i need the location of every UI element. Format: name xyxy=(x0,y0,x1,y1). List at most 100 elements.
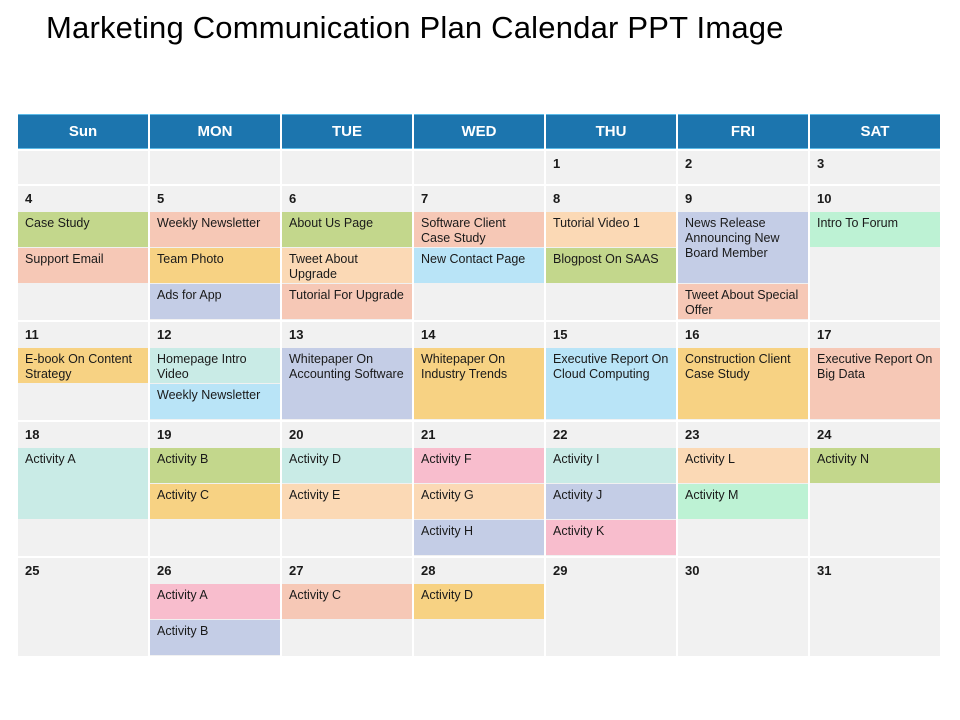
calendar-event[interactable]: Ads for App xyxy=(150,284,280,319)
calendar-event[interactable]: Activity D xyxy=(282,448,412,483)
calendar-day-cell[interactable]: 25 xyxy=(18,558,148,656)
calendar-day-cell[interactable]: 29 xyxy=(546,558,676,656)
calendar-day-cell[interactable]: 21 Activity F Activity G Activity H xyxy=(414,422,544,556)
calendar-event[interactable]: Activity I xyxy=(546,448,676,483)
calendar-day-cell[interactable]: 28 Activity D xyxy=(414,558,544,656)
empty-event-slot[interactable] xyxy=(810,484,940,519)
calendar-event[interactable]: Whitepaper On Accounting Software xyxy=(282,348,412,419)
calendar-day-cell[interactable] xyxy=(18,151,148,184)
empty-event-slot[interactable] xyxy=(546,584,676,619)
calendar-event[interactable]: About Us Page xyxy=(282,212,412,247)
calendar-week-row: 18 Activity A 19 Activity B Activity C 20 Acti… xyxy=(18,422,940,556)
empty-event-slot[interactable] xyxy=(810,620,940,655)
calendar-event[interactable]: Case Study xyxy=(18,212,148,247)
empty-event-slot[interactable] xyxy=(150,520,280,555)
calendar-event[interactable]: Activity B xyxy=(150,448,280,483)
calendar-event[interactable]: Activity G xyxy=(414,484,544,519)
calendar-event[interactable]: Support Email xyxy=(18,248,148,283)
calendar-event[interactable]: Software Client Case Study xyxy=(414,212,544,247)
calendar-event[interactable]: Tweet About Upgrade xyxy=(282,248,412,283)
empty-event-slot[interactable] xyxy=(18,584,148,619)
calendar-event[interactable]: Weekly Newsletter xyxy=(150,384,280,419)
calendar-day-cell[interactable]: 26 Activity A Activity B xyxy=(150,558,280,656)
calendar-event[interactable]: Executive Report On Cloud Computing xyxy=(546,348,676,419)
calendar-event[interactable]: News Release Announcing New Board Member xyxy=(678,212,808,283)
calendar-day-cell[interactable]: 8 Tutorial Video 1 Blogpost On SAAS xyxy=(546,186,676,320)
calendar-day-cell[interactable]: 20 Activity D Activity E xyxy=(282,422,412,556)
empty-event-slot[interactable] xyxy=(282,620,412,655)
calendar-event[interactable]: E-book On Content Strategy xyxy=(18,348,148,383)
empty-event-slot[interactable] xyxy=(678,520,808,555)
empty-event-slot[interactable] xyxy=(18,384,148,419)
empty-event-slot[interactable] xyxy=(18,284,148,319)
empty-event-slot[interactable] xyxy=(546,284,676,319)
calendar-day-cell[interactable]: 4 Case Study Support Email xyxy=(18,186,148,320)
calendar-day-cell[interactable]: 5 Weekly Newsletter Team Photo Ads for App xyxy=(150,186,280,320)
calendar-event[interactable]: Activity H xyxy=(414,520,544,555)
calendar-day-cell[interactable]: 16 Construction Client Case Study xyxy=(678,322,808,420)
empty-event-slot[interactable] xyxy=(546,620,676,655)
calendar-day-cell[interactable]: 14 Whitepaper On Industry Trends xyxy=(414,322,544,420)
empty-event-slot[interactable] xyxy=(414,620,544,655)
calendar-event[interactable]: Activity F xyxy=(414,448,544,483)
calendar-event[interactable]: Activity C xyxy=(282,584,412,619)
calendar-day-cell[interactable]: 6 About Us Page Tweet About Upgrade Tutoria… xyxy=(282,186,412,320)
calendar-event[interactable]: Tutorial Video 1 xyxy=(546,212,676,247)
calendar-day-cell[interactable] xyxy=(150,151,280,184)
calendar-event[interactable]: Executive Report On Big Data xyxy=(810,348,940,419)
calendar-day-cell[interactable] xyxy=(282,151,412,184)
calendar-day-cell[interactable]: 19 Activity B Activity C xyxy=(150,422,280,556)
calendar-day-cell[interactable]: 1 xyxy=(546,151,676,184)
calendar-day-cell[interactable]: 2 xyxy=(678,151,808,184)
calendar-event[interactable]: Tweet About Special Offer xyxy=(678,284,808,319)
empty-event-slot[interactable] xyxy=(678,584,808,619)
calendar-day-cell[interactable]: 9 News Release Announcing New Board Membe… xyxy=(678,186,808,320)
calendar-event[interactable]: Blogpost On SAAS xyxy=(546,248,676,283)
calendar-event[interactable]: Intro To Forum xyxy=(810,212,940,247)
calendar-day-cell[interactable]: 11 E-book On Content Strategy xyxy=(18,322,148,420)
calendar-event[interactable]: Activity J xyxy=(546,484,676,519)
calendar-event[interactable]: Activity K xyxy=(546,520,676,555)
empty-event-slot[interactable] xyxy=(414,284,544,319)
calendar-event[interactable]: Tutorial For Upgrade xyxy=(282,284,412,319)
calendar-day-cell[interactable]: 15 Executive Report On Cloud Computing xyxy=(546,322,676,420)
calendar-event[interactable]: Activity N xyxy=(810,448,940,483)
empty-event-slot[interactable] xyxy=(810,248,940,283)
calendar-event[interactable]: Activity B xyxy=(150,620,280,655)
empty-event-slot[interactable] xyxy=(810,284,940,319)
calendar-event[interactable]: Weekly Newsletter xyxy=(150,212,280,247)
calendar-day-cell[interactable]: 27 Activity C xyxy=(282,558,412,656)
calendar-day-cell[interactable] xyxy=(414,151,544,184)
calendar-event[interactable]: Activity A xyxy=(18,448,148,519)
calendar-day-cell[interactable]: 7 Software Client Case Study New Contact P… xyxy=(414,186,544,320)
calendar-event[interactable]: Homepage Intro Video xyxy=(150,348,280,383)
empty-event-slot[interactable] xyxy=(810,584,940,619)
calendar-event[interactable]: Activity E xyxy=(282,484,412,519)
calendar-event[interactable]: New Contact Page xyxy=(414,248,544,283)
calendar-day-cell[interactable]: 3 xyxy=(810,151,940,184)
empty-event-slot[interactable] xyxy=(18,520,148,555)
calendar-day-cell[interactable]: 30 xyxy=(678,558,808,656)
calendar-event[interactable]: Team Photo xyxy=(150,248,280,283)
calendar-event[interactable]: Whitepaper On Industry Trends xyxy=(414,348,544,419)
empty-event-slot[interactable] xyxy=(678,620,808,655)
calendar-day-cell[interactable]: 13 Whitepaper On Accounting Software xyxy=(282,322,412,420)
calendar-day-cell[interactable]: 22 Activity I Activity J Activity K xyxy=(546,422,676,556)
calendar-day-cell[interactable]: 18 Activity A xyxy=(18,422,148,556)
calendar-day-cell[interactable]: 24 Activity N xyxy=(810,422,940,556)
calendar-event[interactable]: Activity C xyxy=(150,484,280,519)
calendar-day-cell[interactable]: 10 Intro To Forum xyxy=(810,186,940,320)
empty-event-slot[interactable] xyxy=(282,520,412,555)
empty-event-slot[interactable] xyxy=(810,520,940,555)
calendar-day-cell[interactable]: 23 Activity L Activity M xyxy=(678,422,808,556)
calendar-day-cell[interactable]: 17 Executive Report On Big Data xyxy=(810,322,940,420)
calendar-event[interactable]: Activity L xyxy=(678,448,808,483)
calendar-event[interactable]: Construction Client Case Study xyxy=(678,348,808,419)
empty-event-slot[interactable] xyxy=(18,620,148,655)
calendar-event[interactable]: Activity A xyxy=(150,584,280,619)
calendar-event[interactable]: Activity D xyxy=(414,584,544,619)
day-event-list xyxy=(678,584,808,656)
calendar-event[interactable]: Activity M xyxy=(678,484,808,519)
calendar-day-cell[interactable]: 31 xyxy=(810,558,940,656)
calendar-day-cell[interactable]: 12 Homepage Intro Video Weekly Newsletter xyxy=(150,322,280,420)
